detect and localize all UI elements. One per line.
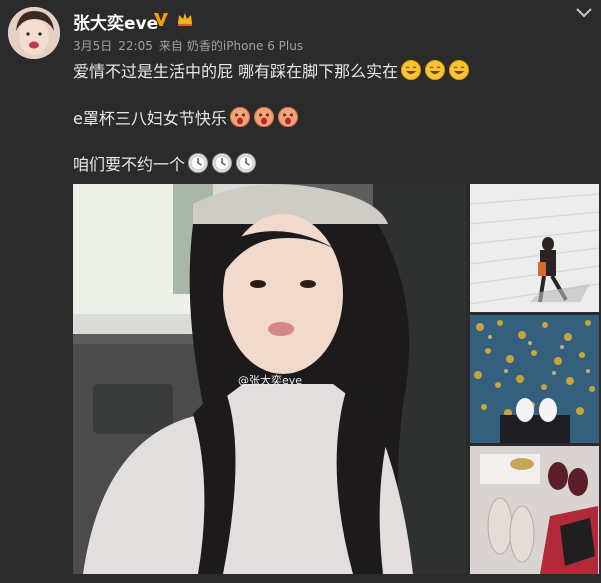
vip-crown-icon[interactable] <box>176 10 194 28</box>
avatar-image <box>8 7 60 59</box>
photo-watermark: @张大奕eve <box>238 374 303 387</box>
leaves-photo <box>470 315 599 443</box>
laughing-face-icon <box>400 59 422 81</box>
wall-photo <box>470 184 599 312</box>
post-source[interactable]: 奶香的iPhone 6 Plus <box>187 39 303 53</box>
post-text-line-2: e罩杯三八妇女节快乐 <box>73 105 299 129</box>
surprised-face-icon <box>229 106 251 128</box>
post-meta: 3月5日 22:05 来自 奶香的iPhone 6 Plus <box>73 37 309 54</box>
post-text: 咱们要不约一个 <box>73 155 186 174</box>
avatar[interactable] <box>8 7 60 59</box>
post-text-line-1: 爱情不过是生活中的屁 哪有踩在脚下那么实在 <box>73 58 470 82</box>
clock-icon <box>235 152 257 174</box>
laughing-face-icon <box>424 59 446 81</box>
post-text: 爱情不过是生活中的屁 哪有踩在脚下那么实在 <box>73 62 399 81</box>
post-text-line-3: 咱们要不约一个 <box>73 151 257 175</box>
username[interactable]: 张大奕eve <box>73 9 158 34</box>
laughing-face-icon <box>448 59 470 81</box>
clock-icon <box>211 152 233 174</box>
surprised-face-icon <box>277 106 299 128</box>
surprised-face-icon <box>253 106 275 128</box>
chevron-down-icon[interactable] <box>574 6 594 20</box>
main-photo[interactable]: @张大奕eve <box>73 184 466 574</box>
post-date[interactable]: 3月5日 <box>73 39 112 53</box>
thumbnail-photo-3[interactable] <box>470 446 599 574</box>
weibo-post: 张大奕eve 3月5日 22:05 来自 奶香的iPhone 6 Plus 爱情不过是… <box>0 0 601 583</box>
verified-v-icon <box>154 13 168 26</box>
thumbnail-photo-1[interactable] <box>470 184 599 312</box>
post-time[interactable]: 22:05 <box>118 39 153 53</box>
shoes-photo <box>470 446 599 574</box>
thumbnail-photo-2[interactable] <box>470 315 599 443</box>
clock-icon <box>187 152 209 174</box>
post-text: e罩杯三八妇女节快乐 <box>73 109 227 128</box>
source-prefix: 来自 <box>158 39 183 53</box>
